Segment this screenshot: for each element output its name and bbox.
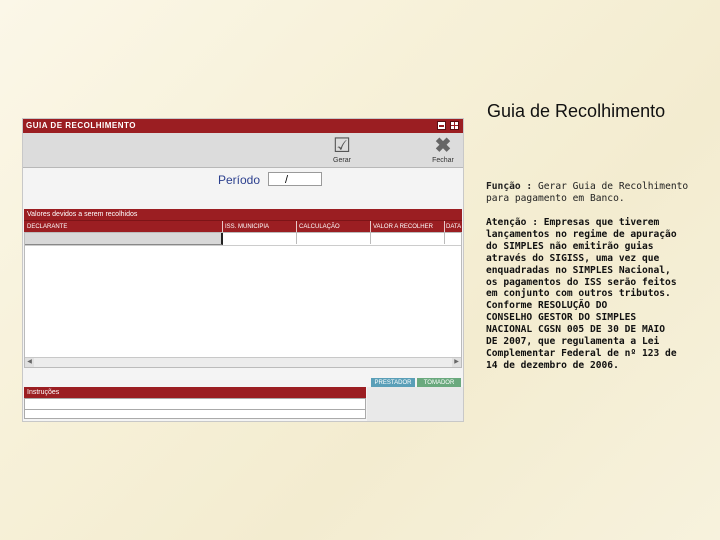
- table-cell[interactable]: [297, 233, 371, 244]
- funcao-text: Função : Gerar Guia de Recolhimento para…: [486, 181, 701, 205]
- side-panel: [367, 387, 463, 421]
- scroll-right-icon[interactable]: ▶: [452, 358, 461, 367]
- gerar-check-icon: ☑: [333, 135, 351, 157]
- fechar-button[interactable]: ✖ Fechar: [427, 135, 459, 164]
- gerar-label: Gerar: [333, 157, 351, 164]
- toolbar: ☑ Gerar ✖ Fechar: [23, 133, 463, 168]
- instrucoes-box[interactable]: [24, 398, 366, 419]
- slide-title: Guia de Recolhimento: [487, 101, 666, 121]
- instrucoes-title: Instruções: [24, 387, 366, 398]
- minimize-icon[interactable]: [437, 121, 446, 130]
- grid-title: Valores devidos a serem recolhidos: [24, 209, 462, 220]
- scroll-left-icon[interactable]: ◀: [25, 358, 34, 367]
- divider: [25, 409, 365, 410]
- grid-body: ◀ ▶: [24, 232, 462, 368]
- fechar-label: Fechar: [432, 157, 454, 164]
- horizontal-scrollbar[interactable]: ◀ ▶: [25, 357, 461, 367]
- periodo-input[interactable]: /: [268, 172, 322, 186]
- window-title: GUIA DE RECOLHIMENTO: [26, 121, 137, 130]
- funcao-label: Função :: [486, 181, 533, 192]
- selected-cell[interactable]: [25, 233, 223, 245]
- table-row[interactable]: [25, 233, 461, 246]
- atencao-text: Atenção : Empresas que tiverem lançament…: [486, 217, 677, 371]
- grid-icon[interactable]: [450, 121, 459, 130]
- table-cell[interactable]: [223, 233, 297, 244]
- fechar-x-icon: ✖: [434, 135, 452, 157]
- window-titlebar: GUIA DE RECOLHIMENTO: [23, 119, 463, 133]
- periodo-label: Período: [218, 173, 261, 187]
- gerar-button[interactable]: ☑ Gerar: [326, 135, 358, 164]
- app-screenshot: GUIA DE RECOLHIMENTO ☑ Gerar ✖ Fechar Pe…: [22, 118, 464, 422]
- table-cell[interactable]: [371, 233, 445, 244]
